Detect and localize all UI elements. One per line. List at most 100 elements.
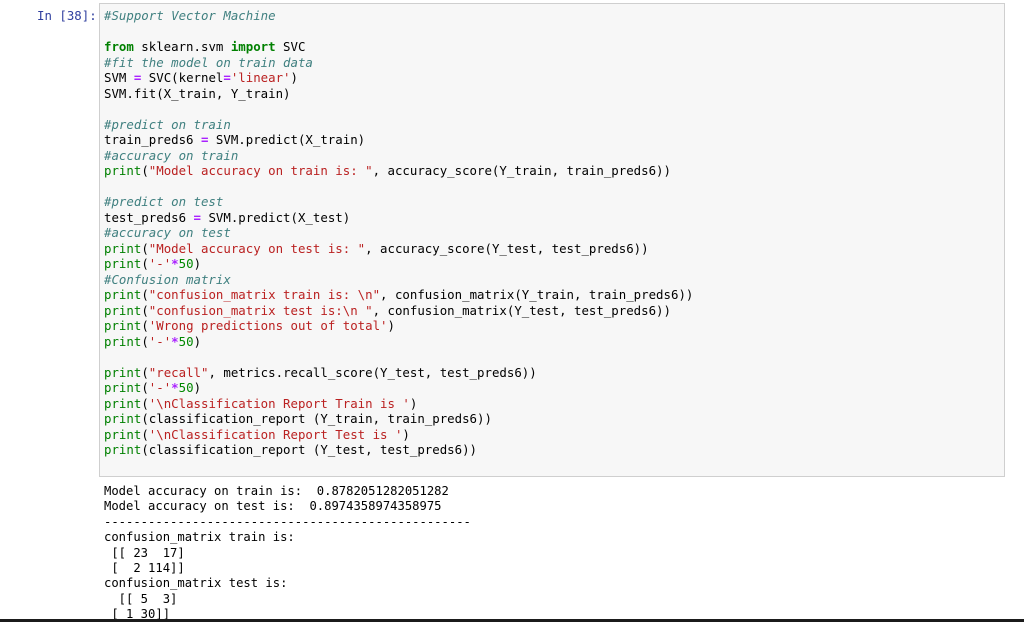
code-token: print <box>104 395 142 411</box>
code-token: #predict on test <box>104 194 224 209</box>
code-token: ) <box>193 256 202 271</box>
code-token: 50 <box>178 333 194 349</box>
code-token: ) <box>387 318 395 333</box>
code-token: print <box>104 163 142 178</box>
code-token: ( <box>141 240 149 256</box>
code-token: "confusion_matrix train is: \n" <box>148 287 381 302</box>
code-line[interactable]: #accuracy on test <box>104 225 693 241</box>
code-token: ( <box>141 287 149 302</box>
output-line: [[ 5 3] <box>104 591 178 606</box>
code-token: ( <box>141 333 149 349</box>
code-token: , accuracy_score(Y_test, test_preds6)) <box>365 240 649 256</box>
output-line: Model accuracy on train is: 0.8782051282… <box>104 484 449 498</box>
code-token: ( <box>141 426 149 442</box>
cell-output: Model accuracy on train is: 0.8782051282… <box>104 484 471 622</box>
code-token: print <box>104 318 142 333</box>
code-token: #Confusion matrix <box>104 271 231 287</box>
code-token: ( <box>141 163 149 178</box>
code-token: print <box>104 333 142 349</box>
code-token: ( <box>141 302 149 318</box>
code-token: , metrics.recall_score(Y_test, test_pred… <box>208 364 537 380</box>
code-line[interactable] <box>104 101 693 117</box>
code-token: ) <box>290 70 298 85</box>
output-line: [[ 23 17] <box>104 545 185 560</box>
code-line[interactable]: print('\nClassification Report Test is '… <box>104 427 693 443</box>
output-line: confusion_matrix train is: <box>104 530 303 545</box>
code-line[interactable] <box>104 179 693 195</box>
code-token: print <box>104 287 142 302</box>
code-line[interactable]: SVM.fit(X_train, Y_train) <box>104 86 693 102</box>
output-line: confusion_matrix test is: <box>104 576 288 591</box>
code-token: #fit the model on train data <box>104 54 313 70</box>
output-line: ----------------------------------------… <box>104 514 471 529</box>
code-token: #Support Vector Machine <box>104 8 276 23</box>
code-token: (classification_report (Y_test, test_pre… <box>141 442 478 457</box>
code-token: SVM <box>104 70 134 85</box>
code-token: '\nClassification Report Train is ' <box>148 395 410 411</box>
code-token: ( <box>141 256 149 271</box>
code-line[interactable]: print('-'*50) <box>104 380 693 396</box>
code-token: SVM.predict(X_test) <box>201 209 351 225</box>
code-token: * <box>171 333 179 349</box>
code-token: print <box>104 442 142 457</box>
code-line[interactable]: #fit the model on train data <box>104 55 693 71</box>
output-line: [ 2 114]] <box>104 560 185 575</box>
code-line[interactable]: #Confusion matrix <box>104 272 693 288</box>
code-token: "confusion_matrix test is:\n " <box>148 302 373 318</box>
code-line[interactable]: #accuracy on train <box>104 148 693 164</box>
code-line[interactable]: print('Wrong predictions out of total') <box>104 318 693 334</box>
code-line[interactable]: print('-'*50) <box>104 334 693 350</box>
code-line[interactable] <box>104 24 693 40</box>
code-line[interactable]: test_preds6 = SVM.predict(X_test) <box>104 210 693 226</box>
code-line[interactable]: print("Model accuracy on train is: ", ac… <box>104 163 693 179</box>
code-token: ( <box>141 318 149 333</box>
code-token: 'linear' <box>230 70 291 85</box>
code-line[interactable]: print(classification_report (Y_train, tr… <box>104 411 693 427</box>
code-line[interactable]: train_preds6 = SVM.predict(X_train) <box>104 132 693 148</box>
code-token: ( <box>141 395 149 411</box>
code-line[interactable]: print('-'*50) <box>104 256 693 272</box>
code-token: '-' <box>148 333 172 349</box>
code-token: , accuracy_score(Y_train, train_preds6)) <box>372 163 671 178</box>
code-token: "Model accuracy on test is: " <box>148 240 366 256</box>
code-line[interactable]: print('\nClassification Report Train is … <box>104 396 693 412</box>
code-token: #accuracy on train <box>104 147 239 163</box>
code-line[interactable]: SVM = SVC(kernel='linear') <box>104 70 693 86</box>
code-token: * <box>171 380 179 395</box>
code-token: '-' <box>148 256 172 271</box>
code-token: ( <box>141 380 149 395</box>
output-line: Model accuracy on test is: 0.89743589743… <box>104 499 442 514</box>
code-token: "recall" <box>148 364 209 380</box>
code-line[interactable]: from sklearn.svm import SVC <box>104 39 693 55</box>
code-line[interactable]: #predict on train <box>104 117 693 133</box>
code-line[interactable]: print("confusion_matrix test is:\n ", co… <box>104 303 693 319</box>
code-token: SVC <box>275 39 306 54</box>
code-token: , confusion_matrix(Y_train, train_preds6… <box>380 287 694 302</box>
code-token: 50 <box>178 380 194 395</box>
code-token: print <box>104 380 142 395</box>
code-token: ) <box>409 395 418 411</box>
code-line[interactable] <box>104 349 693 365</box>
code-editor[interactable]: #Support Vector Machine from sklearn.svm … <box>104 8 693 458</box>
code-token: import <box>230 39 276 54</box>
code-token: , confusion_matrix(Y_test, test_preds6)) <box>372 302 671 318</box>
code-token: print <box>104 364 142 380</box>
code-token: SVM.fit(X_train, Y_train) <box>104 85 291 101</box>
code-token: ) <box>402 426 410 442</box>
cell-prompt: In [38]: <box>37 8 97 23</box>
code-line[interactable]: print("recall", metrics.recall_score(Y_t… <box>104 365 693 381</box>
code-token: SVM.predict(X_train) <box>208 132 366 147</box>
code-token: sklearn.svm <box>133 39 231 54</box>
code-line[interactable]: print("Model accuracy on test is: ", acc… <box>104 241 693 257</box>
code-token: train_preds6 <box>104 132 201 147</box>
code-token: ) <box>193 380 202 395</box>
code-line[interactable]: #Support Vector Machine <box>104 8 693 24</box>
code-token: 'Wrong predictions out of total' <box>148 318 388 333</box>
code-line[interactable]: #predict on test <box>104 194 693 210</box>
code-line[interactable]: print("confusion_matrix train is: \n", c… <box>104 287 693 303</box>
code-token: ( <box>141 364 149 380</box>
code-token: "Model accuracy on train is: " <box>148 163 373 178</box>
code-token: SVC(kernel <box>141 70 224 85</box>
code-line[interactable]: print(classification_report (Y_test, tes… <box>104 442 693 458</box>
code-token: #accuracy on test <box>104 225 231 240</box>
